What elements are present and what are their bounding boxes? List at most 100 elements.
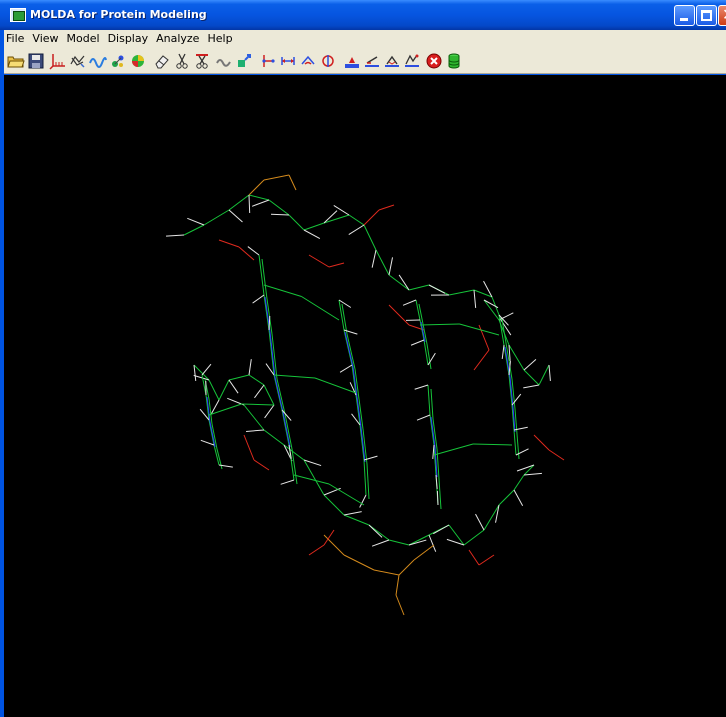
measure-length-button[interactable]	[278, 51, 298, 71]
bond-line-26	[348, 224, 365, 235]
bond-line-94	[468, 549, 480, 566]
bond-line-111	[508, 344, 525, 371]
stop-button[interactable]	[424, 51, 444, 71]
bond-line-160	[343, 329, 358, 335]
bond-line-129	[276, 378, 286, 415]
menu-model[interactable]: Model	[63, 30, 104, 48]
bond-line-229	[314, 377, 357, 394]
bond-line-6	[303, 222, 325, 231]
menu-analyze[interactable]: Analyze	[152, 30, 203, 48]
bond-line-59	[463, 529, 485, 546]
bond-line-143	[338, 299, 345, 331]
bond-line-69	[343, 511, 362, 516]
database-icon	[448, 53, 460, 69]
maximize-button[interactable]	[696, 5, 717, 26]
bond-line-108	[264, 404, 275, 419]
bond-line-177	[427, 384, 431, 416]
bond-line-98	[218, 379, 230, 401]
superpose-button[interactable]	[382, 51, 402, 71]
window-title: MOLDA for Protein Modeling	[30, 8, 207, 21]
bond-line-85	[413, 544, 435, 561]
bond-line-118	[523, 384, 540, 389]
link-chain-button[interactable]	[214, 51, 234, 71]
ball-stick-icon	[112, 55, 124, 67]
bond-line-42	[308, 254, 330, 268]
bond-line-70	[368, 524, 383, 538]
bond-line-29	[398, 274, 410, 291]
axes-icon	[49, 54, 65, 70]
close-button[interactable]: ✕	[718, 5, 726, 26]
bond-line-88	[243, 434, 255, 461]
menu-view[interactable]: View	[28, 30, 62, 48]
bond-line-84	[398, 559, 415, 576]
bond-line-14	[448, 289, 475, 296]
minimize-button[interactable]	[674, 5, 695, 26]
bond-line-90	[308, 544, 325, 556]
bond-line-12	[408, 284, 430, 291]
maximize-icon	[701, 10, 712, 21]
bond-line-82	[343, 554, 375, 571]
measure-distance-button[interactable]	[258, 51, 278, 71]
bond-line-43	[328, 262, 345, 268]
database-button[interactable]	[444, 51, 464, 71]
bond-line-105	[228, 379, 239, 394]
double-arrow-icon	[281, 57, 295, 65]
menu-display[interactable]: Display	[104, 30, 153, 48]
bond-line-101	[263, 384, 275, 406]
molecule-viewport[interactable]	[4, 75, 726, 717]
axes-button[interactable]	[48, 51, 68, 71]
title-bar[interactable]: MOLDA for Protein Modeling ✕	[0, 0, 726, 30]
bond-line-0	[183, 224, 205, 236]
bond-line-93	[548, 449, 565, 461]
bond-line-107	[254, 384, 265, 399]
ribbon-button[interactable]	[88, 51, 108, 71]
atoms-ball-button[interactable]	[108, 51, 128, 71]
menu-help[interactable]: Help	[203, 30, 236, 48]
save-file-button[interactable]	[26, 51, 46, 71]
bond-line-18	[187, 217, 205, 226]
eraser-button[interactable]	[152, 51, 172, 71]
minimize-energy-button[interactable]	[342, 51, 362, 71]
bond-line-123	[273, 374, 283, 411]
bond-line-52	[323, 494, 345, 516]
sphere-color-button[interactable]	[128, 51, 148, 71]
measure-angle-button[interactable]	[298, 51, 318, 71]
app-icon[interactable]	[10, 8, 26, 22]
torsion-icon	[322, 55, 334, 67]
menu-file[interactable]: File	[4, 30, 28, 48]
bond-line-120	[258, 254, 265, 296]
bond-line-148	[363, 459, 367, 496]
bond-line-188	[416, 414, 431, 421]
bond-line-161	[339, 364, 353, 373]
add-fragment-button[interactable]	[234, 51, 254, 71]
open-file-button[interactable]	[6, 51, 26, 71]
bond-line-166	[415, 299, 421, 321]
bond-line-227	[301, 296, 340, 321]
application-window: MOLDA for Protein Modeling ✕ FileViewMod…	[0, 0, 726, 717]
scissors-red-icon	[196, 54, 208, 69]
scissors-icon	[176, 53, 188, 69]
bond-line-89	[253, 459, 270, 471]
molecule-canvas[interactable]	[4, 75, 726, 717]
bond-line-226	[263, 284, 302, 297]
bond-line-53	[343, 514, 370, 526]
bond-line-171	[426, 343, 432, 370]
bond-line-237	[241, 403, 275, 406]
bond-line-115	[498, 312, 514, 321]
measure-torsion-button[interactable]	[318, 51, 338, 71]
bond-line-4	[268, 199, 290, 216]
cut-bond-red-button[interactable]	[192, 51, 212, 71]
bond-line-206	[501, 344, 505, 359]
bond-line-58	[448, 524, 465, 546]
bond-line-10	[375, 249, 390, 276]
bond-line-97	[208, 379, 220, 401]
toolbar	[4, 48, 726, 74]
cut-bond-button[interactable]	[172, 51, 192, 71]
wireframe-button[interactable]	[68, 51, 88, 71]
bond-line-44	[388, 304, 410, 326]
surface-button[interactable]	[402, 51, 422, 71]
rotate-bond-button[interactable]	[362, 51, 382, 71]
bond-line-159	[338, 299, 352, 308]
bond-line-83	[373, 569, 400, 576]
bond-line-173	[402, 299, 417, 306]
